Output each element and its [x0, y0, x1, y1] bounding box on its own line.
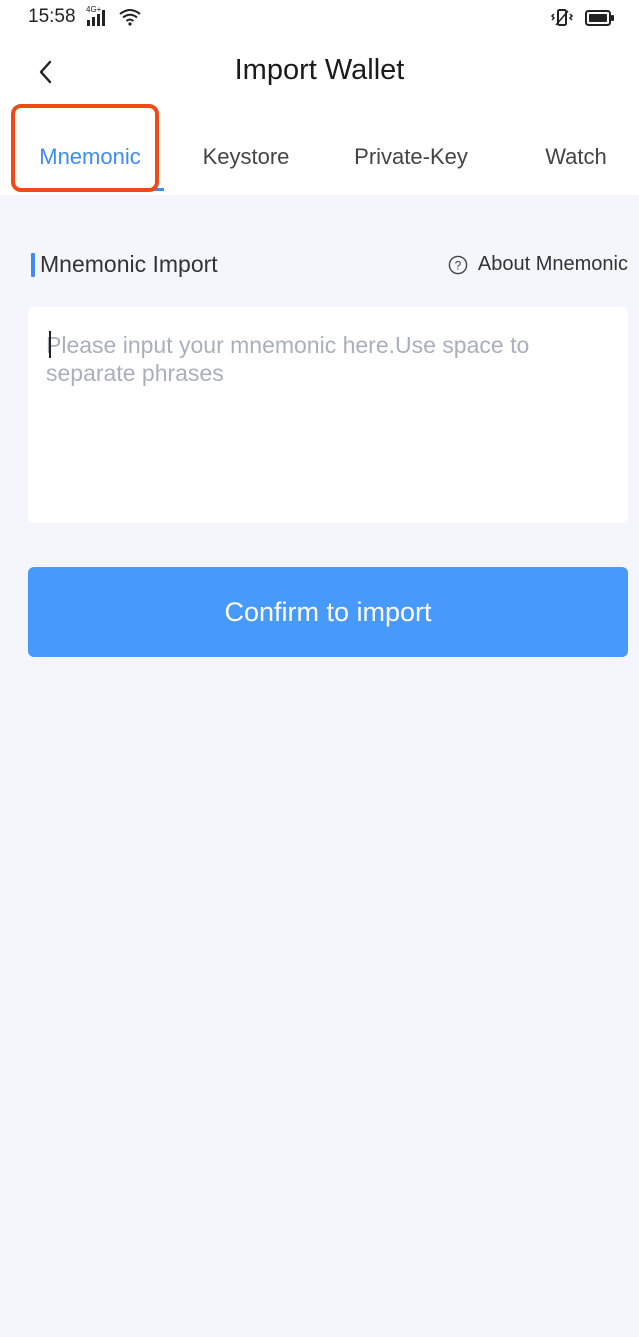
signal-icon: 4G+ — [86, 4, 114, 33]
top-panel: 15:58 4G+ Import Wallet Mnemonic Keystor… — [0, 0, 639, 195]
section-accent-bar — [31, 253, 35, 277]
mnemonic-input-container — [28, 307, 628, 523]
network-type-label: 4G+ — [86, 5, 102, 14]
status-bar: 15:58 4G+ — [0, 0, 639, 36]
page-title: Import Wallet — [234, 54, 405, 86]
section-header: Mnemonic Import ? About Mnemonic — [28, 248, 628, 284]
confirm-import-button[interactable]: Confirm to import — [28, 567, 628, 657]
wifi-icon — [118, 8, 142, 31]
header: Import Wallet — [0, 40, 639, 104]
tab-bar: Mnemonic Keystore Private-Key Watch — [0, 118, 639, 195]
text-cursor — [49, 331, 51, 358]
vibrate-icon — [550, 8, 574, 33]
mnemonic-input[interactable] — [46, 331, 606, 501]
svg-text:?: ? — [455, 258, 462, 272]
tab-mnemonic[interactable]: Mnemonic — [16, 118, 164, 195]
about-mnemonic-link[interactable]: ? About Mnemonic — [448, 253, 628, 276]
help-circle-icon: ? — [448, 255, 468, 274]
active-tab-indicator — [60, 188, 164, 191]
section-title: Mnemonic Import — [40, 251, 218, 277]
about-mnemonic-label: About Mnemonic — [477, 253, 628, 275]
battery-icon — [585, 10, 615, 31]
tab-watch[interactable]: Watch — [516, 118, 636, 195]
tab-keystore[interactable]: Keystore — [178, 118, 314, 195]
status-time: 15:58 — [28, 6, 76, 27]
tab-private-key[interactable]: Private-Key — [334, 118, 488, 195]
